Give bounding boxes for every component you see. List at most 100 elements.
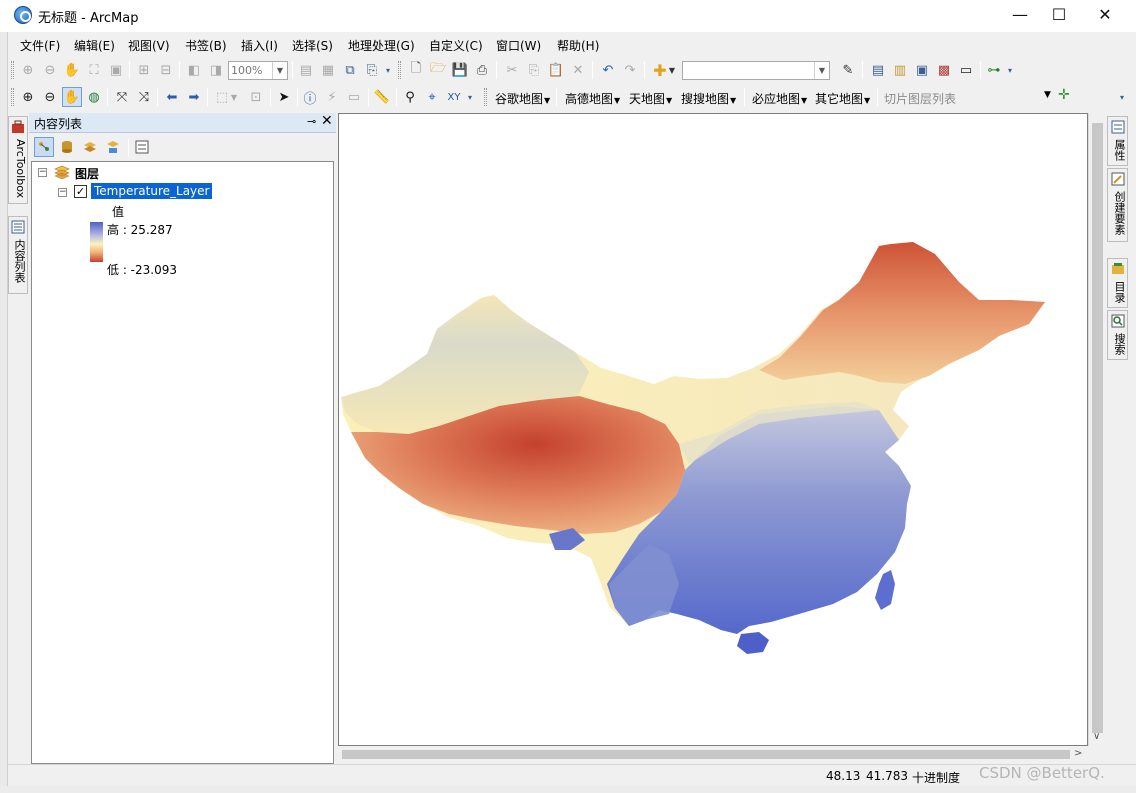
tile-layer-list-combo[interactable]: 切片图层列表 — [884, 90, 956, 107]
pan-icon[interactable]: ✋ — [62, 87, 82, 107]
catalog-window-icon[interactable]: ▥ — [890, 60, 910, 80]
create-features-tab[interactable]: 创建要素 — [1107, 168, 1128, 242]
menu-windows[interactable]: 窗口(W) — [496, 37, 541, 54]
layer-visibility-checkbox[interactable]: ✓ — [74, 185, 87, 198]
undo-icon[interactable]: ↶ — [598, 60, 618, 80]
change-layout-icon[interactable]: ⧉ — [340, 60, 360, 80]
google-map-menu[interactable]: 谷歌地图▼ — [495, 90, 550, 107]
temperature-layer-name[interactable]: Temperature_Layer — [91, 183, 213, 199]
menu-edit[interactable]: 编辑(E) — [74, 37, 115, 54]
cut-icon[interactable]: ✂ — [502, 60, 522, 80]
horizontal-scroll-thumb[interactable] — [342, 750, 1070, 759]
go-to-xy-icon[interactable]: XY — [444, 87, 464, 107]
options-icon[interactable] — [132, 137, 152, 157]
arctoolbox-tab[interactable]: ArcToolbox — [8, 116, 28, 204]
forward-extent-icon[interactable]: ◨ — [206, 60, 226, 80]
toggle-draft-icon[interactable]: ▤ — [296, 60, 316, 80]
scroll-down-arrow-icon[interactable]: ∨ — [1093, 731, 1100, 742]
select-dropdown-icon[interactable]: ▼ — [228, 87, 240, 107]
find-route-icon[interactable]: ⌖ — [422, 87, 442, 107]
measure-icon[interactable]: 📏 — [372, 87, 392, 107]
zoom-percent-combo[interactable]: 100% ▼ — [228, 61, 288, 80]
catalog-tab[interactable]: 目录 — [1107, 258, 1128, 308]
select-elements-arrow-icon[interactable]: ➤ — [274, 87, 294, 107]
fixed-in-icon[interactable]: ⊞ — [134, 60, 154, 80]
soso-map-menu[interactable]: 搜搜地图▼ — [681, 90, 736, 107]
table-of-contents-icon[interactable]: ▤ — [868, 60, 888, 80]
pin-icon[interactable]: ⊸ — [307, 115, 316, 128]
map-display[interactable] — [338, 113, 1088, 746]
menu-customize[interactable]: 自定义(C) — [429, 37, 483, 54]
search-window-icon[interactable]: ▣ — [912, 60, 932, 80]
list-by-source-icon[interactable] — [57, 137, 77, 157]
identify-icon[interactable]: ⓘ — [300, 87, 320, 107]
layers-root-label[interactable]: 图层 — [75, 165, 99, 182]
redo-icon[interactable]: ↷ — [620, 60, 640, 80]
scroll-right-arrow-icon[interactable]: > — [1074, 748, 1082, 759]
collapse-layer-icon[interactable]: − — [58, 188, 67, 197]
amap-menu[interactable]: 高德地图▼ — [565, 90, 620, 107]
editor-toolbar-icon[interactable]: ✎ — [838, 60, 858, 80]
toolbar-overflow-icon[interactable]: ▾ — [464, 87, 476, 107]
fixed-zoom-in-icon[interactable]: ⊕ — [18, 60, 38, 80]
fixed-zoom-out-icon[interactable]: ⊖ — [40, 60, 60, 80]
menu-geoprocessing[interactable]: 地理处理(G) — [348, 37, 415, 54]
zoom-in-icon[interactable]: ⊕ — [18, 87, 38, 107]
delete-icon[interactable]: ✕ — [568, 60, 588, 80]
toolbar-overflow-icon[interactable]: ▾ — [382, 60, 394, 80]
toolbar-grip[interactable] — [11, 88, 14, 106]
bing-map-menu[interactable]: 必应地图▼ — [752, 90, 807, 107]
tianditu-menu[interactable]: 天地图▼ — [629, 90, 672, 107]
zoom-out-icon[interactable]: ⊖ — [40, 87, 60, 107]
toolbar-grip[interactable] — [398, 61, 401, 79]
chevron-down-icon[interactable]: ▼ — [814, 62, 829, 79]
data-driven-pages-icon[interactable]: ⎘ — [362, 60, 382, 80]
open-folder-icon[interactable]: 🗁 — [428, 60, 448, 80]
menu-bookmarks[interactable]: 书签(B) — [185, 37, 227, 54]
clear-selection-icon[interactable]: ⊡ — [246, 87, 266, 107]
chevron-down-icon[interactable]: ▼ — [272, 62, 287, 79]
collapse-layers-icon[interactable]: − — [38, 168, 47, 177]
full-extent-globe-icon[interactable]: ◍ — [84, 87, 104, 107]
fixed-zoom-in-arrows-icon[interactable]: ⤧ — [112, 87, 132, 107]
python-window-icon[interactable]: ▭ — [956, 60, 976, 80]
fixed-out-icon[interactable]: ⊟ — [156, 60, 176, 80]
tile-layer-dropdown-icon[interactable]: ▼ — [1044, 90, 1051, 100]
other-map-menu[interactable]: 其它地图▼ — [815, 90, 870, 107]
toolbar-overflow-icon[interactable]: ▾ — [1116, 87, 1128, 107]
list-by-drawing-order-icon[interactable] — [34, 137, 54, 157]
search-tab[interactable]: 搜索 — [1107, 310, 1128, 360]
model-builder-icon[interactable]: ⊶ — [984, 60, 1004, 80]
toc-close-icon[interactable]: ✕ — [321, 113, 333, 129]
list-by-visibility-icon[interactable] — [80, 137, 100, 157]
print-icon[interactable]: ⎙ — [472, 60, 492, 80]
map-vertical-scrollbar[interactable]: ∨ — [1088, 113, 1105, 746]
toc-side-tab[interactable]: 内容列表 — [8, 216, 28, 294]
toolbar-grip[interactable] — [484, 88, 487, 106]
go-forward-arrow-icon[interactable]: ➡ — [184, 87, 204, 107]
menu-insert[interactable]: 插入(I) — [241, 37, 278, 54]
menu-view[interactable]: 视图(V) — [128, 37, 170, 54]
save-icon[interactable]: 💾 — [450, 60, 470, 80]
map-horizontal-scrollbar[interactable]: > — [338, 746, 1088, 762]
focus-data-frame-icon[interactable]: ▦ — [318, 60, 338, 80]
find-binoculars-icon[interactable]: ⚲ — [400, 87, 420, 107]
menu-file[interactable]: 文件(F) — [20, 37, 60, 54]
zoom-100-icon[interactable]: ▣ — [106, 60, 126, 80]
fixed-zoom-out-arrows-icon[interactable]: ⤨ — [134, 87, 154, 107]
go-back-arrow-icon[interactable]: ⬅ — [162, 87, 182, 107]
maximize-button[interactable]: ☐ — [1036, 0, 1082, 32]
hyperlink-icon[interactable]: ⚡ — [322, 87, 342, 107]
add-data-dropdown-icon[interactable]: ▼ — [666, 60, 678, 80]
paste-icon[interactable]: 📋 — [546, 60, 566, 80]
menu-help[interactable]: 帮助(H) — [557, 37, 599, 54]
toolbar-grip[interactable] — [11, 61, 14, 79]
arctoolbox-icon[interactable]: ▩ — [934, 60, 954, 80]
zoom-whole-page-icon[interactable]: ⛶ — [84, 60, 104, 80]
menu-selection[interactable]: 选择(S) — [292, 37, 333, 54]
new-document-icon[interactable]: 🗋 — [406, 60, 426, 80]
toolbar-overflow-icon[interactable]: ▾ — [1004, 60, 1016, 80]
back-extent-icon[interactable]: ◧ — [184, 60, 204, 80]
list-by-selection-icon[interactable] — [103, 137, 123, 157]
pan-layout-icon[interactable]: ✋ — [62, 60, 82, 80]
